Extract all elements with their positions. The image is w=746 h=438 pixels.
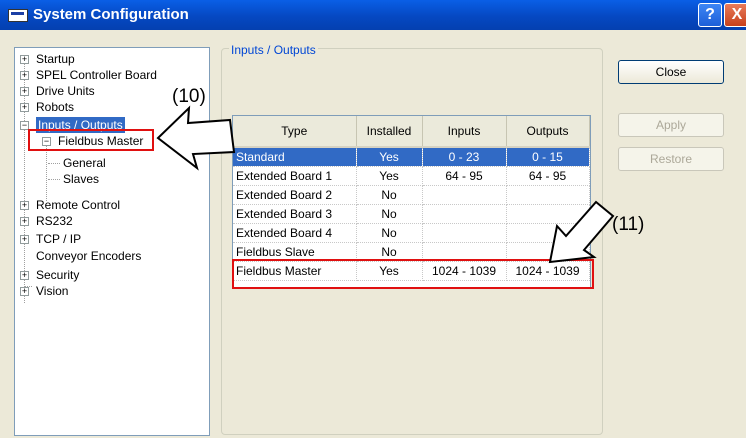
window-title: System Configuration — [33, 6, 189, 23]
cell-installed: No — [356, 223, 423, 243]
cell-inputs — [422, 223, 507, 243]
group-title: Inputs / Outputs — [229, 43, 318, 57]
tree-item-label: TCP / IP — [36, 232, 82, 246]
cell-type: Extended Board 3 — [233, 204, 357, 224]
expand-icon[interactable]: + — [20, 71, 29, 80]
cell-type: Fieldbus Master — [233, 261, 357, 281]
titlebar[interactable]: System Configuration ? X — [0, 0, 746, 30]
cell-outputs — [506, 204, 590, 224]
cell-outputs: 1024 - 1039 — [506, 261, 590, 281]
cell-inputs: 0 - 23 — [422, 147, 507, 167]
tree-item-label: Startup — [36, 52, 75, 66]
table-row[interactable]: Standard Yes 0 - 23 0 - 15 — [233, 147, 590, 167]
tree-item-label: Inputs / Outputs — [35, 116, 126, 134]
tree-item-label: Security — [36, 268, 80, 282]
cell-inputs: 1024 - 1039 — [422, 261, 507, 281]
cell-type: Standard — [233, 147, 357, 167]
cell-installed: No — [356, 185, 423, 205]
cell-type: Fieldbus Slave — [233, 242, 357, 262]
expand-icon[interactable]: + — [20, 103, 29, 112]
table-row[interactable]: Fieldbus Master Yes 1024 - 1039 1024 - 1… — [233, 261, 590, 281]
tree-item-label: Drive Units — [36, 84, 95, 98]
cell-installed: Yes — [356, 147, 423, 167]
close-button[interactable]: Close — [618, 60, 724, 84]
callout-label-11: (11) — [612, 214, 645, 235]
tree-item-label: Vision — [36, 284, 69, 298]
tree-connector-line — [46, 137, 47, 201]
cell-installed: No — [356, 204, 423, 224]
cell-inputs — [422, 185, 507, 205]
table-row[interactable]: Extended Board 4 No — [233, 223, 590, 243]
cell-inputs — [422, 204, 507, 224]
apply-button[interactable]: Apply — [618, 113, 724, 137]
cell-inputs — [422, 242, 507, 262]
column-header-inputs[interactable]: Inputs — [422, 116, 507, 148]
expand-icon[interactable]: + — [20, 271, 29, 280]
io-table[interactable]: Type Installed Inputs Outputs Standard Y… — [232, 115, 591, 289]
cell-outputs: 0 - 15 — [506, 147, 590, 167]
expand-icon[interactable]: + — [20, 235, 29, 244]
tree-item-label: Conveyor Encoders — [36, 249, 142, 263]
cell-type: Extended Board 1 — [233, 166, 357, 186]
column-header-installed[interactable]: Installed — [356, 116, 423, 148]
restore-button[interactable]: Restore — [618, 147, 724, 171]
cell-type: Extended Board 4 — [233, 223, 357, 243]
cell-outputs: 64 - 95 — [506, 166, 590, 186]
expand-icon[interactable]: + — [20, 217, 29, 226]
cell-type: Extended Board 2 — [233, 185, 357, 205]
tree-item-label: Slaves — [63, 172, 100, 186]
cell-outputs — [506, 242, 590, 262]
table-row[interactable]: Extended Board 2 No — [233, 185, 590, 205]
table-row[interactable]: Fieldbus Slave No — [233, 242, 590, 262]
tree-connector-line — [48, 163, 60, 164]
collapse-icon[interactable]: − — [20, 121, 29, 130]
help-button[interactable]: ? — [698, 3, 722, 27]
cell-outputs — [506, 223, 590, 243]
tree-item-label: Robots — [36, 100, 75, 114]
tree-item-label: Fieldbus Master — [58, 134, 144, 148]
table-row[interactable]: Extended Board 1 Yes 64 - 95 64 - 95 — [233, 166, 590, 186]
app-icon — [8, 9, 28, 22]
cell-installed: Yes — [356, 261, 423, 281]
expand-icon[interactable]: + — [20, 55, 29, 64]
expand-icon[interactable]: + — [20, 201, 29, 210]
expand-icon[interactable]: + — [20, 87, 29, 96]
tree-connector-line — [48, 179, 60, 180]
table-row[interactable]: Extended Board 3 No — [233, 204, 590, 224]
callout-label-10: (10) — [172, 86, 206, 107]
close-window-button[interactable]: X — [724, 3, 746, 27]
table-header-row: Type Installed Inputs Outputs — [233, 116, 590, 148]
collapse-icon[interactable]: − — [42, 137, 51, 146]
tree-item-label: SPEL Controller Board — [36, 68, 157, 82]
cell-installed: No — [356, 242, 423, 262]
tree-item-label: General — [63, 156, 106, 170]
column-header-outputs[interactable]: Outputs — [506, 116, 590, 148]
cell-inputs: 64 - 95 — [422, 166, 507, 186]
tree-item-label: RS232 — [36, 214, 73, 228]
cell-installed: Yes — [356, 166, 423, 186]
column-header-type[interactable]: Type — [233, 116, 357, 148]
tree-item-label: Remote Control — [36, 198, 121, 212]
expand-icon[interactable]: + — [20, 287, 29, 296]
cell-outputs — [506, 185, 590, 205]
